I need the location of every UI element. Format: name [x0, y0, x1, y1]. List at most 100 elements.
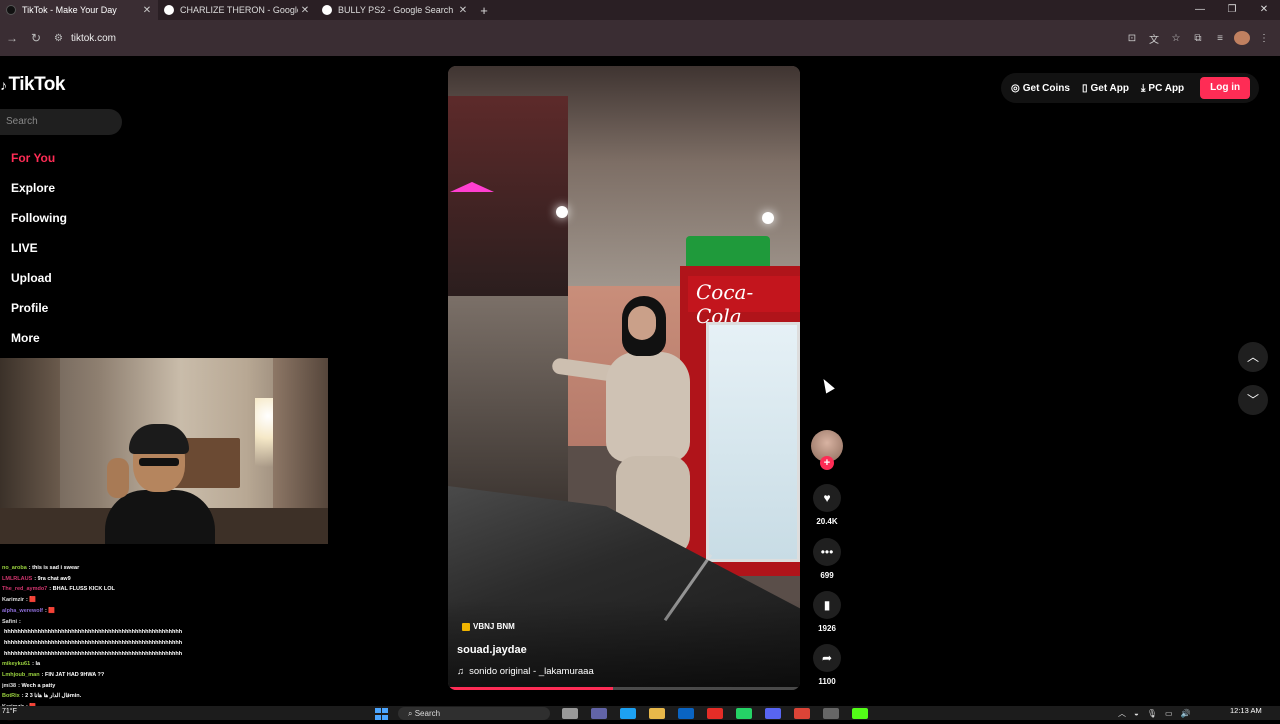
close-tab-icon[interactable]: ✕ [298, 5, 312, 16]
video-sound[interactable]: ♫ sonido original - _lakamuraaa [457, 666, 594, 677]
taskbar-clock[interactable]: 12:13 AM [1230, 706, 1262, 715]
window-controls: — ❐ ✕ [1184, 0, 1280, 20]
sidebar-item-explore[interactable]: Explore [11, 178, 67, 208]
chat-username: alpha_werewolf [2, 607, 43, 614]
comment-action[interactable]: ••• 699 [813, 538, 841, 580]
sidebar-item-upload[interactable]: Upload [11, 268, 67, 298]
minimize-icon[interactable]: — [1184, 0, 1216, 20]
chevron-down-icon: ﹀ [1246, 393, 1259, 407]
tiktok-favicon [6, 5, 16, 15]
previous-video-button[interactable]: ︿ [1238, 342, 1268, 372]
video-tag[interactable]: VBNJ BNM [462, 622, 515, 631]
reload-icon[interactable]: ↻ [24, 31, 48, 45]
mouse-cursor-icon [819, 376, 835, 394]
taskbar-search[interactable]: ⌕ Search [398, 707, 550, 720]
chrome-icon[interactable] [794, 708, 810, 719]
streamer [105, 418, 215, 544]
network-icon[interactable]: ◒ [1134, 709, 1139, 718]
close-window-icon[interactable]: ✕ [1248, 0, 1280, 20]
translate-icon[interactable]: 文 [1146, 31, 1162, 46]
chat-message: Karimzir: 🟥 [2, 595, 232, 606]
video-player[interactable]: Coca-Cola VBNJ BNM souad.jaydae ♫ sonido… [448, 66, 800, 690]
menu-icon[interactable]: ⋮ [1256, 33, 1272, 44]
install-app-icon[interactable]: ⊡ [1124, 33, 1140, 44]
new-tab-icon[interactable]: + [474, 3, 494, 18]
fridge-glass [706, 322, 800, 562]
browser-toolbar: → ↻ ⚙ tiktok.com ⊡ 文 ☆ ⧉ ≡ ⋮ [0, 20, 1280, 56]
chevron-up-icon[interactable]: ︿ [1118, 708, 1126, 719]
forward-icon[interactable]: → [0, 31, 24, 45]
chat-message: hhhhhhhhhhhhhhhhhhhhhhhhhhhhhhhhhhhhhhhh… [2, 627, 232, 638]
search-icon: ⌕ [408, 709, 415, 718]
like-action[interactable]: ♥ 20.4K [813, 484, 841, 526]
whatsapp-icon[interactable] [736, 708, 752, 719]
chat-username: no_aroba [2, 565, 27, 571]
chat-username: BotRix [2, 693, 20, 700]
get-coins-button[interactable]: ◎ Get Coins [1011, 83, 1070, 94]
task-view-icon[interactable] [562, 708, 578, 719]
sound-label: sonido original - _lakamuraaa [469, 666, 594, 677]
get-app-button[interactable]: ▯ Get App [1082, 83, 1129, 94]
ceiling-light [762, 212, 774, 224]
sidebar-item-profile[interactable]: Profile [11, 298, 67, 328]
sidebar-item-live[interactable]: LIVE [11, 238, 67, 268]
file-explorer-icon[interactable] [649, 708, 665, 719]
youtube-icon[interactable] [707, 708, 723, 719]
mic-icon[interactable]: 🎙 [1147, 709, 1157, 718]
bookmark-star-icon[interactable]: ☆ [1168, 33, 1184, 44]
teams-icon[interactable] [591, 708, 607, 719]
site-info-icon[interactable]: ⚙ [54, 33, 63, 44]
tab-tiktok[interactable]: TikTok - Make Your Day ✕ [0, 0, 158, 20]
video-author[interactable]: souad.jaydae [457, 644, 527, 656]
chat-username: The_red_aymdo7 [2, 586, 48, 593]
display-icon[interactable]: ▭ [1165, 709, 1173, 718]
streamer-hand [107, 458, 129, 498]
pc-app-button[interactable]: ⤓ PC App [1141, 83, 1184, 94]
kick-icon[interactable] [852, 708, 868, 719]
save-action[interactable]: ▮ 1926 [813, 591, 841, 633]
login-button[interactable]: Log in [1200, 77, 1251, 99]
follow-plus-icon[interactable]: + [820, 456, 834, 470]
edge-icon[interactable] [620, 708, 636, 719]
pc-app-label: PC App [1148, 82, 1185, 94]
steam-icon[interactable] [823, 708, 839, 719]
chat-text: : 2 قال الدار ها هانا 3min. [21, 693, 82, 700]
comment-icon[interactable]: ••• [813, 538, 841, 566]
sidebar-nav: For You Explore Following LIVE Upload Pr… [11, 148, 67, 358]
sidebar-item-for-you[interactable]: For You [11, 148, 67, 178]
search-input[interactable]: Search [0, 109, 122, 135]
streamer-cap [129, 424, 189, 454]
volume-icon[interactable]: 🔊 [1181, 709, 1191, 718]
profile-avatar[interactable] [1234, 31, 1250, 45]
extensions-icon[interactable]: ⧉ [1190, 33, 1206, 44]
sidebar-item-more[interactable]: More [11, 328, 67, 358]
get-app-label: Get App [1090, 82, 1129, 94]
tab-bully[interactable]: BULLY PS2 - Google Search ✕ [316, 0, 474, 20]
next-video-button[interactable]: ﹀ [1238, 385, 1268, 415]
heart-icon[interactable]: ♥ [813, 484, 841, 512]
restore-icon[interactable]: ❐ [1216, 0, 1248, 20]
sidebar-item-following[interactable]: Following [11, 208, 67, 238]
windows-start-icon[interactable] [375, 708, 389, 720]
discord-icon[interactable] [765, 708, 781, 719]
tiktok-note-icon: ♪ [0, 77, 7, 93]
outlook-icon[interactable] [678, 708, 694, 719]
chat-message: alpha_werewolf: 🟥 [2, 606, 232, 617]
address-bar[interactable]: ⚙ tiktok.com [54, 33, 116, 44]
chat-message: Safini: [2, 617, 232, 628]
chat-text: : [18, 618, 21, 625]
streamer-body [105, 490, 215, 544]
media-controls-icon[interactable]: ≡ [1212, 33, 1228, 44]
tab-charlize[interactable]: CHARLIZE THERON - Google Sea ✕ [158, 0, 316, 20]
close-tab-icon[interactable]: ✕ [140, 5, 154, 16]
bookmark-icon[interactable]: ▮ [813, 591, 841, 619]
share-action[interactable]: ➦ 1100 [813, 644, 841, 686]
weather-widget[interactable]: 71°F [2, 708, 17, 715]
tiktok-logo[interactable]: ♪ TikTok [0, 74, 65, 96]
chat-message: Lmhjoub_man: FIN JAT HAD 9HWA ?? [2, 670, 232, 681]
video-progress-bar[interactable] [448, 687, 800, 690]
close-tab-icon[interactable]: ✕ [456, 5, 470, 16]
share-icon[interactable]: ➦ [813, 644, 841, 672]
chat-message: The_red_aymdo7: BHAL FLUSS KICK LOL [2, 584, 232, 595]
music-note-icon: ♫ [457, 666, 465, 677]
